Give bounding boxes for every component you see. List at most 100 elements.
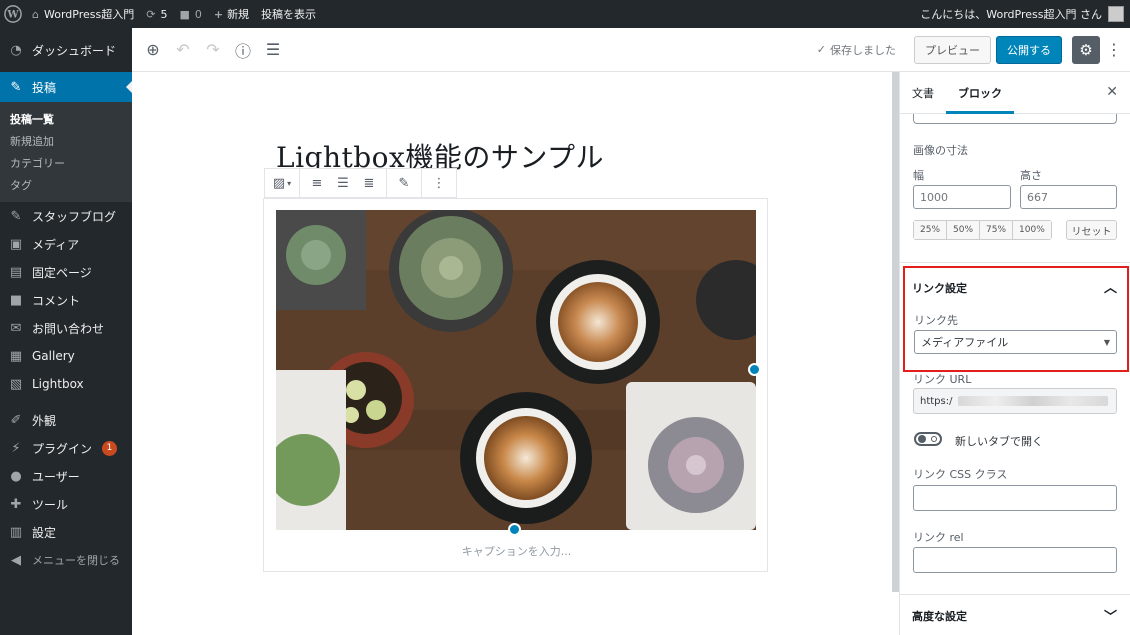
redo-icon[interactable]: ↷ — [198, 35, 228, 65]
link-settings-title[interactable]: リンク設定 — [912, 280, 967, 296]
new-tab-toggle[interactable] — [914, 432, 942, 446]
sidebar-item-tools[interactable]: ✚ ツール — [0, 490, 132, 518]
info-icon[interactable]: ⓘ — [228, 35, 258, 65]
admin-sidebar: ◔ ダッシュボード ✎ 投稿 投稿一覧 新規追加 カテゴリー タグ ✎ スタッフ… — [0, 28, 132, 635]
posts-submenu: 投稿一覧 新規追加 カテゴリー タグ — [0, 102, 132, 202]
sidebar-item-posts[interactable]: ✎ 投稿 — [0, 72, 132, 102]
more-options-icon[interactable]: ⋮ — [1104, 36, 1124, 64]
link-url-field[interactable]: https:/ — [913, 388, 1117, 414]
new-tab-label: 新しいタブで開く — [955, 435, 1043, 448]
rel-label: リンク rel — [913, 531, 964, 544]
chevron-up-icon[interactable]: ︿ — [1104, 277, 1117, 296]
blurred-url — [958, 396, 1109, 406]
sidebar-item-gallery[interactable]: ▦ Gallery — [0, 342, 132, 370]
sidebar-item-label: 外観 — [32, 413, 57, 428]
chevron-down-icon[interactable]: ﹀ — [1104, 606, 1117, 625]
settings-gear-icon[interactable]: ⚙ — [1072, 35, 1100, 64]
undo-icon[interactable]: ↶ — [168, 35, 198, 65]
align-center-icon[interactable]: ☰ — [330, 170, 356, 196]
check-icon: ✓ — [816, 43, 826, 56]
sidebar-item-media[interactable]: ▣ メディア — [0, 230, 132, 258]
coffee-succulents-photo[interactable] — [276, 210, 756, 530]
sidebar-item-appearance[interactable]: ✐ 外観 — [0, 406, 132, 434]
updates-link[interactable]: ⟳ 5 — [140, 0, 173, 28]
sidebar-item-label: 投稿 — [32, 80, 57, 95]
block-navigation-icon[interactable]: ☰ — [258, 35, 288, 65]
sidebar-item-staff-blog[interactable]: ✎ スタッフブログ — [0, 202, 132, 230]
sidebar-item-label: Gallery — [32, 349, 75, 363]
user-icon: ● — [10, 468, 22, 484]
plus-icon: + — [213, 7, 224, 21]
comment-icon: ■ — [179, 7, 190, 21]
align-right-icon[interactable]: ≣ — [356, 170, 382, 196]
submenu-add-new[interactable]: 新規追加 — [0, 130, 132, 152]
percent-100-button[interactable]: 100% — [1013, 221, 1051, 239]
sidebar-item-contact[interactable]: ✉ お問い合わせ — [0, 314, 132, 342]
caption-input[interactable]: キャプションを入力... — [264, 543, 769, 559]
sidebar-item-label: スタッフブログ — [32, 209, 117, 224]
link-url-value: https:/ — [920, 395, 953, 407]
edit-pencil-icon[interactable]: ✎ — [391, 170, 417, 196]
submenu-tags[interactable]: タグ — [0, 174, 132, 196]
sidebar-item-lightbox[interactable]: ▧ Lightbox — [0, 370, 132, 398]
sidebar-item-label: プラグイン — [32, 441, 93, 456]
width-input[interactable]: 1000 — [913, 185, 1011, 209]
site-name-link[interactable]: ⌂ WordPress超入門 — [26, 0, 140, 28]
publish-button[interactable]: 公開する — [996, 35, 1062, 64]
wordpress-logo-icon[interactable]: W — [0, 1, 26, 27]
tab-block[interactable]: ブロック — [946, 72, 1014, 114]
sidebar-item-users[interactable]: ● ユーザー — [0, 462, 132, 490]
percent-75-button[interactable]: 75% — [980, 221, 1014, 239]
advanced-settings-title[interactable]: 高度な設定 — [912, 608, 967, 624]
sidebar-item-plugins[interactable]: ⚡ プラグイン 1 — [0, 434, 132, 462]
content-scrollbar[interactable] — [892, 72, 899, 592]
new-content-link[interactable]: + 新規 — [208, 0, 255, 28]
sidebar-item-label: ダッシュボード — [32, 43, 117, 58]
collapse-menu-button[interactable]: ◀ メニューを閉じる — [0, 546, 132, 574]
sidebar-item-label: ユーザー — [32, 469, 80, 484]
reset-size-button[interactable]: リセット — [1066, 220, 1117, 240]
image-icon: ▧ — [9, 376, 23, 392]
pin-icon: ✎ — [10, 208, 22, 224]
sidebar-item-settings[interactable]: ▥ 設定 — [0, 518, 132, 546]
tab-document[interactable]: 文書 — [900, 72, 946, 114]
link-url-label: リンク URL — [913, 373, 972, 386]
add-block-icon[interactable]: ⊕ — [138, 35, 168, 65]
my-account[interactable]: こんにちは、WordPress超入門 さん — [920, 6, 1130, 22]
sidebar-item-dashboard[interactable]: ◔ ダッシュボード — [0, 36, 132, 64]
block-more-options-icon[interactable]: ⋮ — [426, 170, 452, 196]
divider — [900, 262, 1130, 263]
percent-25-button[interactable]: 25% — [914, 221, 948, 239]
resize-handle-right[interactable] — [748, 363, 761, 376]
link-css-class-input[interactable] — [913, 485, 1117, 511]
dashboard-icon: ◔ — [10, 42, 22, 58]
sidebar-item-label: コメント — [32, 293, 81, 308]
sidebar-item-comments[interactable]: ■ コメント — [0, 286, 132, 314]
divider — [900, 594, 1130, 595]
image-block-type-icon[interactable]: ▨ ▾ — [269, 170, 295, 196]
chevron-down-icon: ▼ — [1103, 337, 1110, 347]
submenu-categories[interactable]: カテゴリー — [0, 152, 132, 174]
gallery-icon: ▦ — [9, 348, 23, 364]
alt-text-field[interactable] — [913, 114, 1117, 124]
greeting: こんにちは、WordPress超入門 さん — [920, 8, 1102, 21]
height-input[interactable]: 667 — [1020, 185, 1117, 209]
view-post-link[interactable]: 投稿を表示 — [255, 0, 322, 28]
toggle-off-indicator — [931, 436, 937, 442]
link-to-select[interactable]: メディアファイル ▼ — [914, 330, 1117, 354]
toggle-knob — [918, 435, 926, 443]
percent-50-button[interactable]: 50% — [947, 221, 981, 239]
resize-handle-bottom[interactable] — [508, 523, 521, 536]
settings-icon: ▥ — [9, 524, 23, 540]
comments-link[interactable]: ■ 0 — [173, 0, 207, 28]
preview-button[interactable]: プレビュー — [914, 35, 991, 64]
image-block[interactable]: キャプションを入力... — [263, 198, 768, 572]
close-icon[interactable]: ✕ — [1106, 84, 1118, 100]
submenu-all-posts[interactable]: 投稿一覧 — [0, 108, 132, 130]
sidebar-item-pages[interactable]: ▤ 固定ページ — [0, 258, 132, 286]
image-size-label: 画像の寸法 — [913, 144, 968, 157]
link-rel-input[interactable] — [913, 547, 1117, 573]
align-left-icon[interactable]: ≡ — [304, 170, 330, 196]
home-icon: ⌂ — [32, 7, 39, 21]
settings-sidebar: 文書 ブロック ✕ 画像の寸法 幅 高さ 1000 667 25% 50% 75… — [899, 72, 1130, 635]
